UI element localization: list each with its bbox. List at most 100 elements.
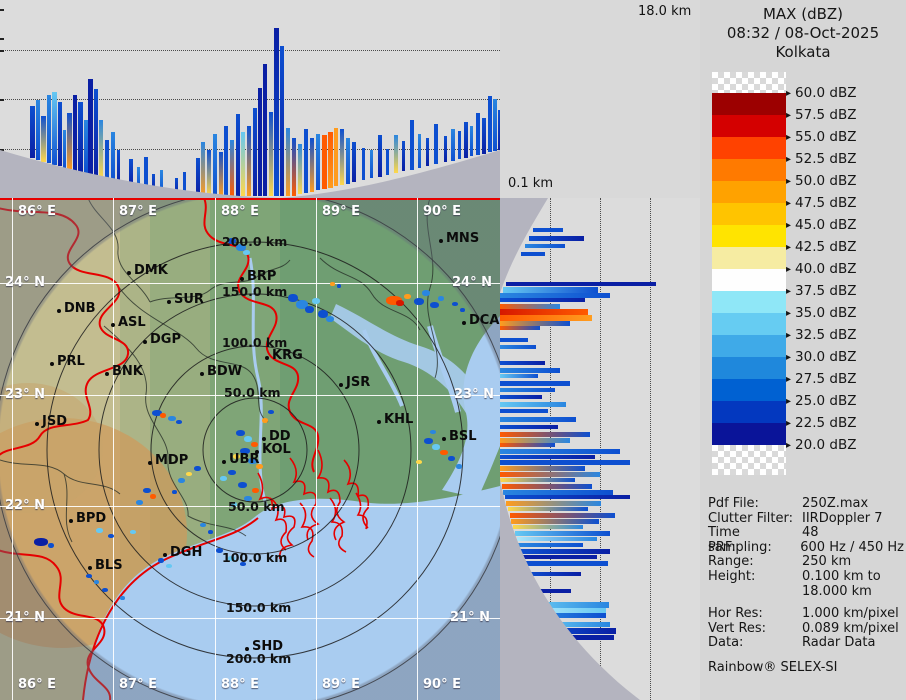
echo-row [500,361,545,365]
top-height-profile-panel [0,0,500,198]
echo-row [500,449,620,454]
metadata-row: Pdf File: 250Z.max [708,496,904,512]
scale-arrow-icon: ▸ [786,418,792,429]
echo-column [470,126,473,157]
echo-row [513,525,584,529]
range-ring-label: 200.0 km [222,234,288,249]
echo-row [500,338,528,342]
echo-column [224,126,228,196]
echo-row [511,519,600,524]
range-ring-label: 150.0 km [222,284,288,299]
metadata-rows: Pdf File: 250Z.max Clutter Filter: IIRDoppl… [708,496,904,651]
scale-tick-label: ▸ 27.5 dBZ [786,371,857,387]
echo-column [434,124,438,165]
scale-tick-label: ▸ 32.5 dBZ [786,327,857,343]
echo-column [274,28,279,196]
metadata-label: Time sampling: [708,525,772,555]
metadata-label: Range: [708,554,754,570]
echo-column [67,113,72,170]
echo-column [219,152,223,196]
echo-row [543,635,614,640]
scale-tick-label: ▸ 22.5 dBZ [786,415,857,431]
echo-column [236,114,240,196]
echo-column [280,46,284,196]
echo-column [247,126,251,196]
echo-column [30,106,35,159]
echo-column [286,128,290,196]
scale-arrow-icon: ▸ [786,176,792,187]
height-min-label: 0.1 km [508,176,553,191]
echo-row [526,572,582,576]
echo-row [500,345,536,349]
scale-arrow-icon: ▸ [786,396,792,407]
echo-column [458,131,461,160]
echo-row [500,478,575,482]
metadata-row: Hor Res: 1.000 km/pixel [708,607,904,622]
legend-panel: MAX (dBZ) 08:32 / 08-Oct-2025 Kolkata ▸ 6… [700,0,906,700]
echo-row [523,561,609,566]
echo-column [137,167,140,190]
scale-tick-label: ▸ 45.0 dBZ [786,217,857,233]
side-profile-bars [500,198,700,700]
metadata-value: IIRDoppler 7 [802,510,883,526]
echo-column [253,108,257,196]
side-height-profile-panel [500,198,700,700]
metadata-row: Vert Res: 0.089 km/pixel [708,621,904,637]
echo-column [269,112,273,196]
scale-tick-label: ▸ 37.5 dBZ [786,283,857,299]
echo-column [346,137,350,184]
echo-column [258,88,262,196]
scale-tick-label: ▸ 47.5 dBZ [786,195,857,211]
scale-tick-label: ▸ 50.0 dBZ [786,173,857,189]
echo-row [532,228,563,232]
metadata-value: 250Z.max [802,496,869,511]
echo-row [500,455,595,459]
metadata-row: 18.000 km [708,584,904,600]
echo-column [111,131,115,182]
range-ring-labels: 200.0 km 150.0 km 100.0 km 50.0 km 50.0 km 10… [0,198,500,700]
echo-column [352,142,356,183]
metadata-row: Clutter Filter: IIRDoppler 7 [708,510,904,527]
echo-column [47,95,51,164]
metadata-label: Hor Res: [708,606,763,622]
metadata-label [708,585,802,600]
echo-column [160,170,163,196]
echo-column [129,159,133,188]
echo-column [241,132,245,196]
range-ring-label: 50.0 km [228,499,285,514]
echo-row [528,236,584,241]
echo-row [500,388,555,392]
echo-column [152,173,155,194]
range-ring-label: 50.0 km [224,385,281,400]
echo-column [105,140,109,181]
echo-row [505,282,656,286]
range-ring-label: 100.0 km [222,550,288,565]
echo-column [426,138,429,167]
echo-column [207,150,211,196]
echo-column [482,117,486,154]
echo-column [144,157,148,192]
top-profile-bars [0,0,500,198]
scale-arrow-icon: ▸ [786,440,792,451]
range-ring-label: 200.0 km [226,651,292,666]
echo-column [213,134,217,196]
range-ring-label: 150.0 km [226,600,292,615]
echo-column [378,134,382,177]
scale-tick-label: ▸ 57.5 dBZ [786,107,857,123]
echo-row [524,244,565,248]
radar-map: 86° E 86° E 87° E 87° E 88° E 88° E 89° E 89° E… [0,198,500,700]
echo-column [444,136,447,163]
echo-row [500,443,555,447]
radar-display: 18.0 km 0.1 km 86° E 86° E 87° E 87° E 8… [0,0,906,700]
echo-row [531,589,572,593]
scale-arrow-icon: ▸ [786,110,792,121]
echo-column [334,128,338,187]
echo-column [263,64,267,196]
scale-arrow-icon: ▸ [786,330,792,341]
echo-row [500,381,570,386]
echo-column [386,148,389,175]
metadata-label: PRF: [708,539,736,555]
echo-row [500,432,590,437]
scale-tick-label: ▸ 40.0 dBZ [786,261,857,277]
echo-column [310,137,314,192]
